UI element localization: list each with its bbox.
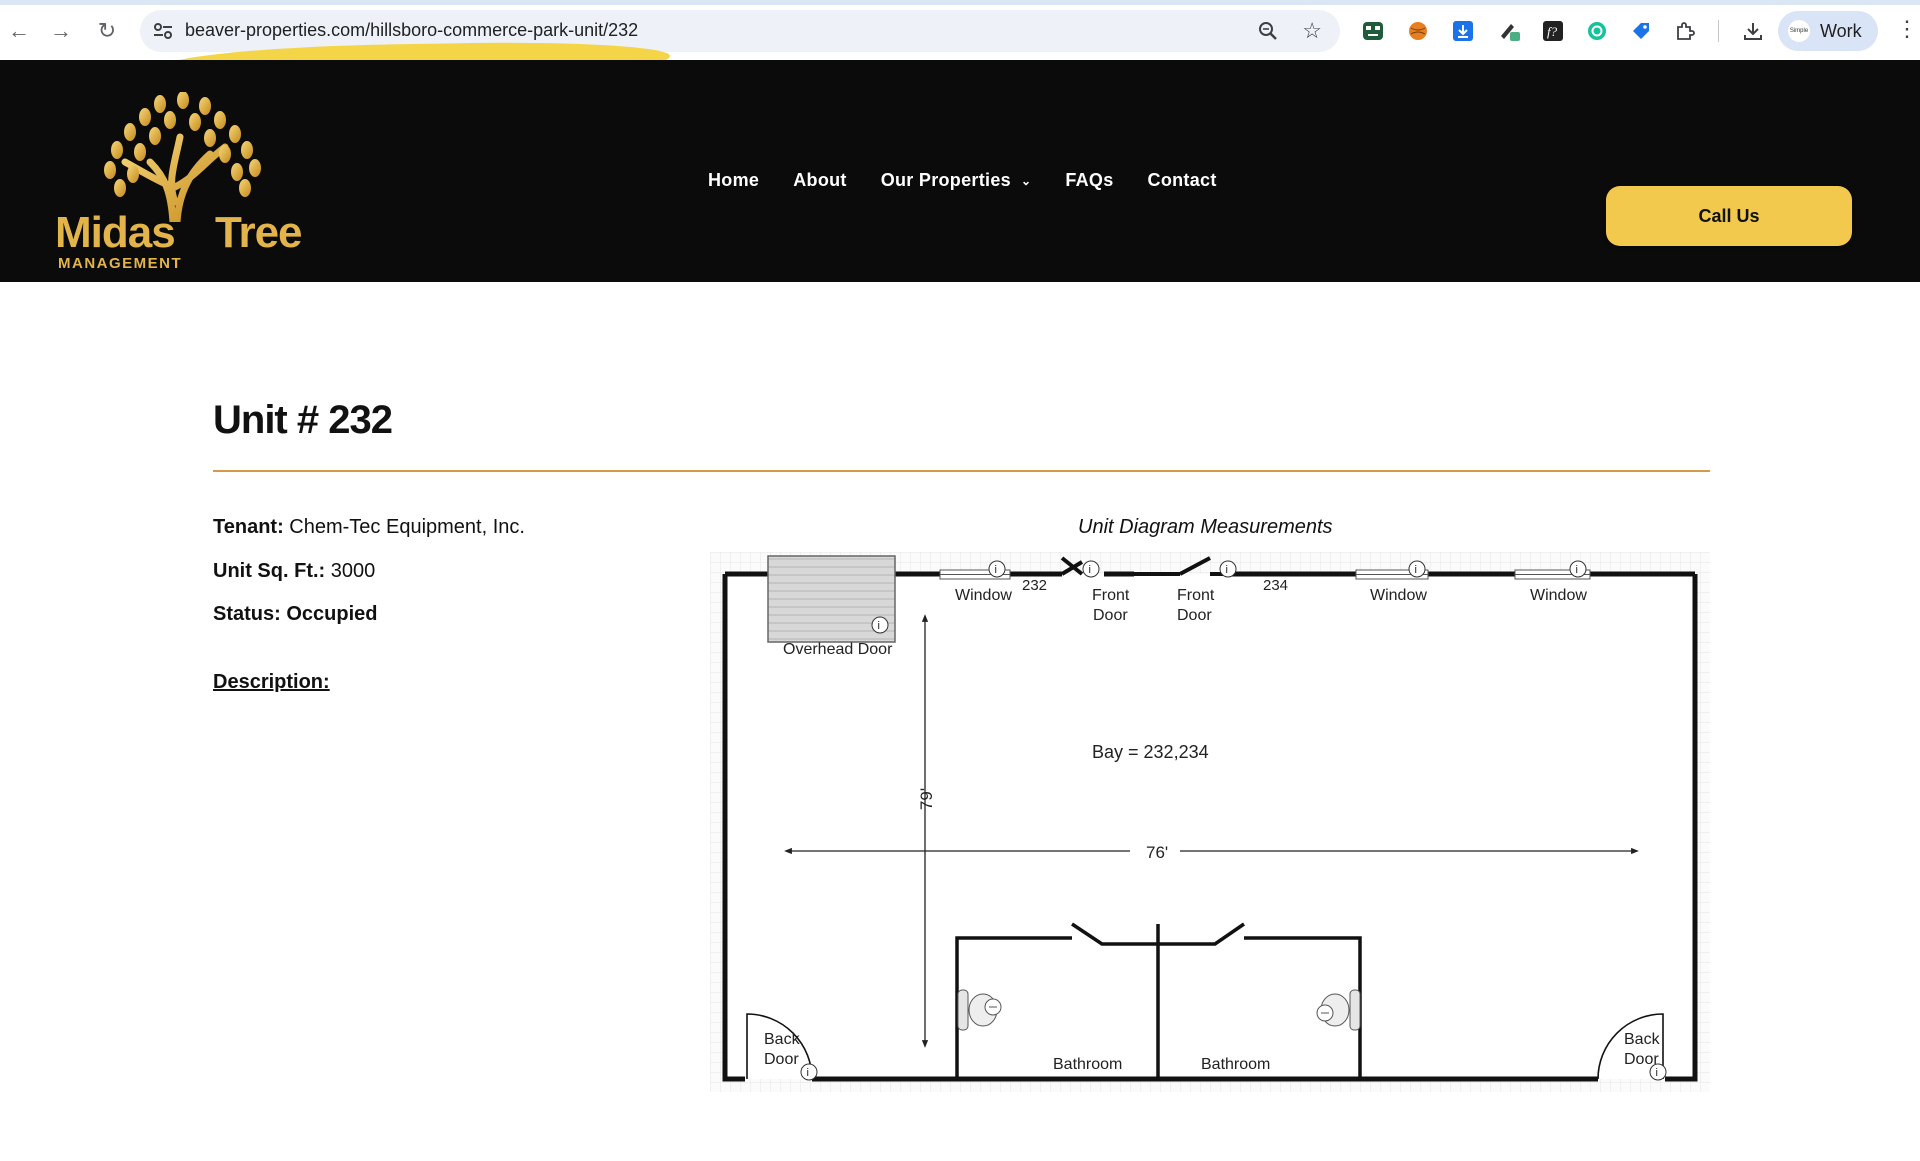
unit-234-label: 234 xyxy=(1263,577,1288,594)
svg-text:i: i xyxy=(1656,1067,1658,1079)
back-door-label-2b: Door xyxy=(1624,1051,1659,1068)
info-icon: i xyxy=(1219,560,1237,578)
svg-text:i: i xyxy=(807,1067,809,1079)
back-arrow-icon[interactable]: ← xyxy=(4,16,34,46)
extension-download-icon[interactable] xyxy=(1450,18,1476,44)
sqft-value: 3000 xyxy=(330,560,376,582)
tab-strip-edge xyxy=(0,0,1920,5)
profile-label: Work xyxy=(1820,21,1862,41)
svg-text:i: i xyxy=(1415,564,1417,576)
extension-face-icon[interactable] xyxy=(1360,18,1386,44)
nav-home[interactable]: Home xyxy=(708,170,759,191)
toolbar-separator xyxy=(1718,20,1719,42)
avatar: Simple xyxy=(1788,20,1810,42)
svg-text:i: i xyxy=(878,620,880,632)
url-text[interactable]: beaver-properties.com/hillsboro-commerce… xyxy=(185,20,638,41)
tenant-label: Tenant: xyxy=(213,516,284,538)
window-label: Window xyxy=(1370,587,1427,604)
description-label: Description: xyxy=(213,671,330,693)
svg-text:i: i xyxy=(1576,564,1578,576)
bookmark-star-icon[interactable]: ☆ xyxy=(1302,18,1322,44)
bathroom-label: Bathroom xyxy=(1201,1056,1270,1073)
front-door-label-2b: Door xyxy=(1177,607,1212,624)
logo-word-tree: Tree xyxy=(215,208,303,257)
call-us-button[interactable]: Call Us xyxy=(1606,186,1852,246)
zoom-icon[interactable] xyxy=(1256,19,1280,43)
nav-about[interactable]: About xyxy=(793,170,846,191)
info-icon: i xyxy=(871,616,889,634)
forward-arrow-icon[interactable]: → xyxy=(46,16,76,46)
nav-our-properties[interactable]: Our Properties ⌄ xyxy=(881,170,1032,191)
main-nav: Home About Our Properties ⌄ FAQs Contact xyxy=(708,170,1251,191)
width-label: 76' xyxy=(1146,843,1168,862)
unit-232-label: 232 xyxy=(1022,577,1047,594)
logo-word-midas: Midas xyxy=(55,208,176,257)
svg-text:f?: f? xyxy=(1547,24,1558,39)
front-door-label-2a: Front xyxy=(1177,587,1215,604)
browser-chrome: ← → ↻ beaver-properties.com/hillsboro-co… xyxy=(0,0,1920,85)
nav-faqs[interactable]: FAQs xyxy=(1065,170,1113,191)
window-label: Window xyxy=(955,587,1012,604)
midas-tree-logo[interactable]: Midas Tree MANAGEMENT xyxy=(55,92,305,272)
extension-pen-icon[interactable] xyxy=(1496,18,1522,44)
sqft-row: Unit Sq. Ft.: 3000 xyxy=(213,560,375,583)
svg-text:i: i xyxy=(1226,564,1228,576)
nav-contact[interactable]: Contact xyxy=(1148,170,1217,191)
site-header: Midas Tree MANAGEMENT Home About Our Pro… xyxy=(0,60,1920,282)
logo-word-management: MANAGEMENT xyxy=(58,255,183,272)
reload-icon[interactable]: ↻ xyxy=(92,16,122,46)
extension-ball-icon[interactable] xyxy=(1405,18,1431,44)
status-text: Status: Occupied xyxy=(213,603,378,625)
floor-plan-diagram: i Overhead Door i Window 232 i Window i … xyxy=(710,552,1710,1092)
bathroom-label: Bathroom xyxy=(1053,1056,1122,1073)
front-door-label-1a: Front xyxy=(1092,587,1130,604)
page-title: Unit # 232 xyxy=(213,398,393,442)
tree-icon xyxy=(104,92,261,222)
window-label: Window xyxy=(1530,587,1587,604)
extension-grammarly-icon[interactable] xyxy=(1584,18,1610,44)
tenant-row: Tenant: Chem-Tec Equipment, Inc. xyxy=(213,516,525,539)
depth-label: 79' xyxy=(917,788,936,810)
overhead-door-label: Overhead Door xyxy=(783,641,893,658)
svg-text:i: i xyxy=(1089,564,1091,576)
status-row: Status: Occupied xyxy=(213,603,377,626)
back-door-label-1b: Door xyxy=(764,1051,799,1068)
sqft-label: Unit Sq. Ft.: xyxy=(213,560,326,582)
svg-text:i: i xyxy=(995,564,997,576)
profile-chip[interactable]: Simple Work xyxy=(1778,11,1878,51)
info-icon: i xyxy=(1082,560,1100,578)
diagram-caption: Unit Diagram Measurements xyxy=(1078,516,1333,538)
browser-menu-icon[interactable]: ⋮ xyxy=(1896,16,1918,42)
bay-label: Bay = 232,234 xyxy=(1092,742,1209,762)
site-settings-icon[interactable] xyxy=(152,20,174,42)
back-door-label-2a: Back xyxy=(1624,1031,1661,1048)
tenant-value: Chem-Tec Equipment, Inc. xyxy=(289,516,525,538)
nav-our-properties-label: Our Properties xyxy=(880,170,1011,190)
extensions-puzzle-icon[interactable] xyxy=(1672,18,1698,44)
back-door-label-1a: Back xyxy=(764,1031,801,1048)
extension-formula-icon[interactable]: f? xyxy=(1540,18,1566,44)
front-door-label-1b: Door xyxy=(1093,607,1128,624)
title-divider xyxy=(213,470,1710,472)
downloads-icon[interactable] xyxy=(1740,18,1766,44)
chevron-down-icon: ⌄ xyxy=(1020,173,1032,188)
extension-tag-icon[interactable] xyxy=(1628,18,1654,44)
